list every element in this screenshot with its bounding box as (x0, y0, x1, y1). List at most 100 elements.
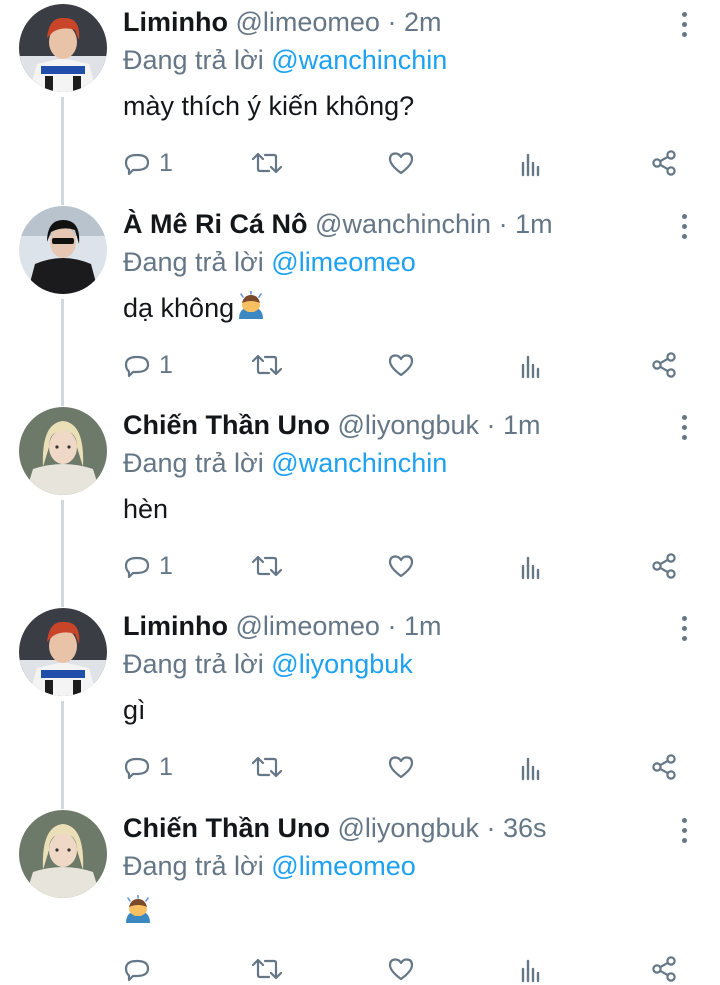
reply-button[interactable] (123, 954, 151, 984)
tweet-body: mày thích ý kiến không? (123, 91, 415, 121)
avatar-photo (19, 4, 107, 92)
like-icon (387, 351, 415, 379)
retweet-icon (251, 351, 283, 379)
user-handle[interactable]: @limeomeo (236, 611, 380, 641)
tweet-text: gì (123, 692, 670, 728)
tweet-time: · 1m (387, 611, 442, 641)
display-name[interactable]: Liminho (123, 7, 228, 37)
like-button[interactable] (387, 551, 415, 581)
user-avatar[interactable] (19, 407, 107, 495)
retweet-button[interactable] (251, 148, 283, 178)
display-name[interactable]: Liminho (123, 611, 228, 641)
user-avatar[interactable] (19, 206, 107, 294)
retweet-button[interactable] (251, 551, 283, 581)
tweet-item[interactable]: Liminho @limeomeo · 2m Đang trả lời @wan… (0, 0, 720, 201)
display-name[interactable]: À Mê Ri Cá Nô (123, 209, 308, 239)
reply-context: Đang trả lời @liyongbuk (123, 646, 670, 682)
tweet-actions: 1 (123, 350, 693, 380)
tweet-item[interactable]: Chiến Thần Uno @liyongbuk · 1m Đang trả … (0, 403, 720, 604)
reply-button[interactable]: 1 (123, 752, 173, 782)
share-button[interactable] (650, 752, 678, 782)
analytics-button[interactable] (517, 350, 545, 380)
tweet-text: dạ không (123, 290, 670, 326)
tweet-text: mày thích ý kiến không? (123, 88, 670, 124)
mention-link[interactable]: @wanchinchin (271, 448, 447, 478)
user-avatar[interactable] (19, 810, 107, 898)
share-button[interactable] (650, 954, 678, 984)
retweet-button[interactable] (251, 954, 283, 984)
user-handle[interactable]: @liyongbuk (338, 410, 480, 440)
reply-count: 1 (159, 552, 173, 580)
retweet-icon (251, 753, 283, 781)
share-button[interactable] (650, 350, 678, 380)
reply-count: 1 (159, 351, 173, 379)
retweet-button[interactable] (251, 350, 283, 380)
avatar-photo (19, 608, 107, 696)
tweet-time: · 1m (486, 410, 541, 440)
tweet-time: · 2m (387, 7, 442, 37)
tweet-item[interactable]: À Mê Ri Cá Nô @wanchinchin · 1m Đang trả… (0, 202, 720, 403)
analytics-icon (517, 753, 545, 781)
reply-icon (123, 753, 151, 781)
tweet-item[interactable]: Chiến Thần Uno @liyongbuk · 36s Đang trả… (0, 806, 720, 985)
retweet-icon (251, 955, 283, 983)
like-button[interactable] (387, 954, 415, 984)
reply-icon (123, 552, 151, 580)
tweet-body: hèn (123, 494, 169, 524)
like-button[interactable] (387, 148, 415, 178)
tweet-actions: 1 (123, 148, 693, 178)
analytics-icon (517, 552, 545, 580)
retweet-button[interactable] (251, 752, 283, 782)
person-bowing-emoji (236, 291, 266, 321)
analytics-icon (517, 955, 545, 983)
share-icon (650, 753, 678, 781)
user-handle[interactable]: @liyongbuk (338, 813, 480, 843)
display-name[interactable]: Chiến Thần Uno (123, 410, 330, 440)
reply-icon (123, 351, 151, 379)
share-button[interactable] (650, 551, 678, 581)
more-options-button[interactable] (678, 214, 690, 244)
analytics-button[interactable] (517, 551, 545, 581)
reply-context: Đang trả lời @wanchinchin (123, 42, 670, 78)
reply-button[interactable]: 1 (123, 551, 173, 581)
mention-link[interactable]: @wanchinchin (271, 45, 447, 75)
user-handle[interactable]: @wanchinchin (315, 209, 491, 239)
like-button[interactable] (387, 752, 415, 782)
tweet-body: gì (123, 695, 146, 725)
avatar-photo (19, 206, 107, 294)
mention-link[interactable]: @limeomeo (271, 851, 415, 881)
analytics-button[interactable] (517, 148, 545, 178)
tweet-item[interactable]: Liminho @limeomeo · 1m Đang trả lời @liy… (0, 604, 720, 805)
mention-link[interactable]: @liyongbuk (271, 649, 413, 679)
reply-button[interactable]: 1 (123, 350, 173, 380)
user-handle[interactable]: @limeomeo (236, 7, 380, 37)
more-options-button[interactable] (678, 818, 690, 848)
user-avatar[interactable] (19, 4, 107, 92)
tweet-time: · 36s (486, 813, 547, 843)
analytics-button[interactable] (517, 954, 545, 984)
more-options-button[interactable] (678, 12, 690, 42)
share-icon (650, 955, 678, 983)
mention-link[interactable]: @limeomeo (271, 247, 415, 277)
more-options-button[interactable] (678, 415, 690, 445)
reply-context: Đang trả lời @limeomeo (123, 848, 670, 884)
user-avatar[interactable] (19, 608, 107, 696)
like-icon (387, 149, 415, 177)
retweet-icon (251, 149, 283, 177)
reply-count: 1 (159, 149, 173, 177)
display-name[interactable]: Chiến Thần Uno (123, 813, 330, 843)
like-icon (387, 552, 415, 580)
reply-context: Đang trả lời @wanchinchin (123, 445, 670, 481)
share-button[interactable] (650, 148, 678, 178)
person-bowing-emoji (123, 895, 153, 925)
share-icon (650, 552, 678, 580)
reply-count: 1 (159, 753, 173, 781)
tweet-time: · 1m (498, 209, 553, 239)
tweet-text (123, 894, 670, 930)
reply-button[interactable]: 1 (123, 148, 173, 178)
avatar-photo (19, 810, 107, 898)
like-button[interactable] (387, 350, 415, 380)
reply-prefix: Đang trả lời (123, 649, 264, 679)
analytics-button[interactable] (517, 752, 545, 782)
more-options-button[interactable] (678, 616, 690, 646)
